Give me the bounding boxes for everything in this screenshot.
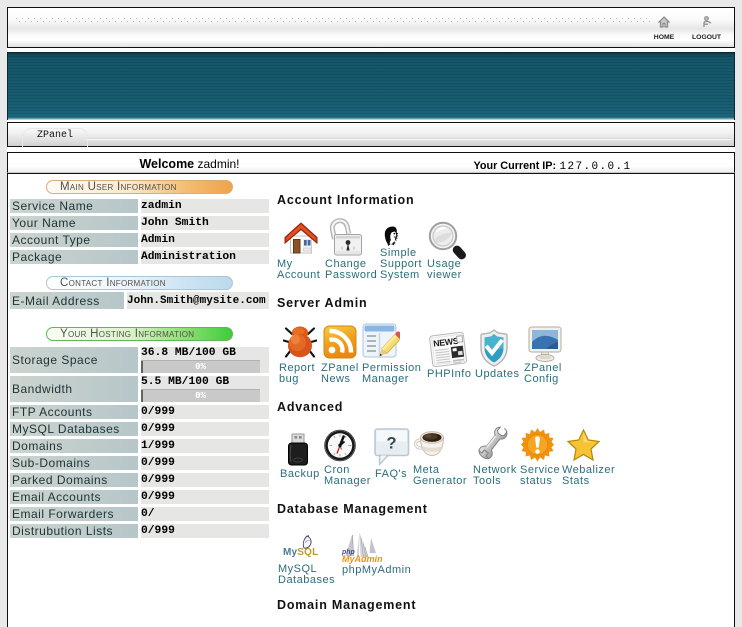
svg-text:?: ? (387, 435, 397, 453)
